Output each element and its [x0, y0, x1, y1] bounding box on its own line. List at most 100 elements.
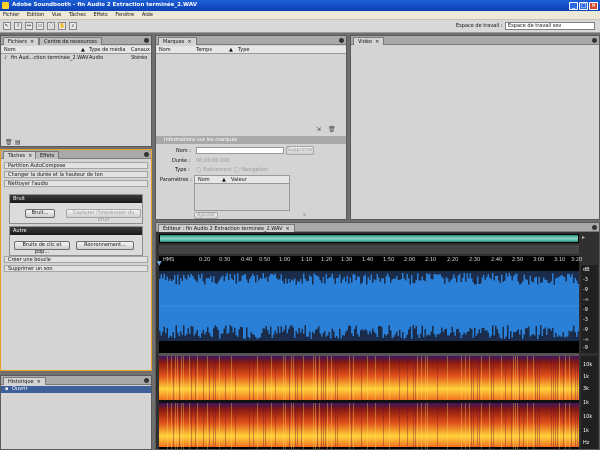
amplitude-tick-label: -9 [583, 287, 588, 293]
add-marker-icon[interactable]: ⇲ [316, 127, 321, 133]
column-nom[interactable]: Nom [159, 46, 171, 54]
waveform-peak [351, 271, 353, 283]
window-title: Adobe Soundbooth - fin Audio 2 Extractio… [12, 2, 197, 8]
waveform-peak [505, 336, 507, 341]
delete-marker-button[interactable]: Supprimer [286, 146, 314, 155]
marker-info-header[interactable]: Informations sur les marques [156, 136, 346, 144]
waveform-peak [429, 335, 431, 341]
delete-marker-icon[interactable]: 🗑 [328, 127, 336, 133]
maximize-button[interactable]: □ [579, 1, 588, 10]
overview-waveform[interactable] [159, 234, 579, 243]
waveform-peak [363, 271, 365, 277]
panel-menu-icon[interactable] [144, 152, 149, 157]
add-param-button[interactable]: Ajouter [194, 212, 218, 219]
waveform-peak [210, 271, 212, 277]
waveform-peak [364, 271, 366, 275]
panel-menu-icon[interactable] [592, 38, 597, 43]
menu-fenetre[interactable]: Fenêtre [112, 12, 137, 18]
waveform-peak [199, 271, 201, 279]
noise-button[interactable]: Bruit... [25, 209, 55, 218]
menu-vue[interactable]: Vue [49, 12, 64, 18]
hand-tool-icon[interactable]: ✋ [58, 22, 66, 30]
tab-fichiers[interactable]: Fichiers × [3, 37, 40, 45]
time-ruler[interactable]: HMS 0:20 0:30 0:40 0:50 1:00 1:10 1:20 1:30 1:40 1… [159, 256, 582, 265]
marker-name-field[interactable] [196, 147, 284, 154]
column-canaux[interactable]: Canaux [131, 46, 150, 54]
history-panel: Historique × ▪ Ouvrir [0, 375, 152, 450]
waveform-peak [183, 325, 185, 341]
param-delete-icon[interactable]: ✕ [302, 213, 307, 219]
hum-button[interactable]: Ronronnement... [76, 241, 134, 250]
tab-effets[interactable]: Effets [35, 151, 60, 159]
tab-marques[interactable]: Marques × [158, 37, 197, 45]
menu-aide[interactable]: Aide [139, 12, 156, 18]
marker-duration-value[interactable]: 00:00:00.000 [196, 158, 230, 164]
lasso-tool-icon[interactable]: ◌ [47, 22, 55, 30]
waveform-peak [238, 271, 240, 282]
task-remove-sound[interactable]: Supprimer un son [4, 265, 148, 272]
waveform-peak [210, 335, 212, 341]
import-icon[interactable]: ▤ [15, 140, 21, 146]
tab-video[interactable]: Vidéo × [353, 37, 385, 45]
column-param-valeur[interactable]: Valeur [231, 176, 247, 184]
type-event-radio[interactable]: ◯ Evénement [196, 167, 232, 173]
title-bar: Adobe Soundbooth - fin Audio 2 Extractio… [0, 0, 600, 11]
waveform-peak [358, 336, 360, 341]
tab-taches[interactable]: Tâches × [3, 151, 38, 159]
menu-effets[interactable]: Effets [91, 12, 111, 18]
time-selection-tool-icon[interactable]: I [14, 22, 22, 30]
waveform-peak [502, 326, 504, 341]
selection-tool-icon[interactable]: ↖ [3, 22, 11, 30]
waveform-peak [267, 330, 269, 341]
marquee-tool-icon[interactable]: ▭ [36, 22, 44, 30]
waveform-peak [208, 271, 210, 279]
timeline-scroll[interactable] [159, 245, 579, 254]
frequency-tool-icon[interactable]: ↔ [25, 22, 33, 30]
capture-noise-button[interactable]: Capturer l'impression du bruit [66, 209, 141, 223]
panel-menu-icon[interactable] [339, 38, 344, 43]
close-button[interactable]: × [589, 1, 598, 10]
file-row[interactable]: ♪ fin Aud...ction terminée_2.WAV Audio S… [1, 55, 151, 62]
menu-fichier[interactable]: Fichier [0, 12, 22, 18]
panel-menu-icon[interactable] [144, 38, 149, 43]
waveform-display[interactable] [159, 265, 579, 353]
minimize-button[interactable]: _ [569, 1, 578, 10]
zoom-out-icon[interactable]: ▸ [582, 235, 585, 241]
waveform-peak [565, 271, 567, 282]
menu-taches[interactable]: Tâches [66, 12, 89, 18]
waveform-peak [279, 271, 281, 280]
tab-editor[interactable]: Éditeur : fin Audio 2 Extraction terminé… [158, 224, 295, 232]
tab-centre-ressources[interactable]: Centre de ressources [39, 37, 102, 45]
panel-menu-icon[interactable] [144, 378, 149, 383]
column-type[interactable]: Type de média [89, 46, 126, 54]
trash-icon[interactable]: 🗑 [5, 140, 13, 146]
workspace-select[interactable]: Espace de travail sev [505, 22, 595, 30]
column-temps[interactable]: Temps [196, 46, 212, 54]
sort-icon: ▲ [229, 47, 233, 53]
history-item[interactable]: ▪ Ouvrir [1, 386, 151, 393]
tab-historique[interactable]: Historique × [3, 377, 46, 385]
click-pop-button[interactable]: Bruits de clic et pop... [14, 241, 70, 255]
column-param-nom[interactable]: Nom [198, 176, 210, 184]
waveform-peak [343, 271, 345, 278]
task-clean-audio[interactable]: Nettoyer l'audio [4, 180, 148, 187]
playhead-icon[interactable]: ▼ [157, 261, 162, 267]
files-panel: Fichiers × Centre de ressources Nom ▲ Typ… [0, 35, 152, 147]
zoom-tool-icon[interactable]: ⌕ [69, 22, 77, 30]
column-type[interactable]: Type [238, 46, 249, 54]
panel-menu-icon[interactable] [592, 225, 597, 230]
task-change-duration[interactable]: Changer la durée et la hauteur de ton [4, 171, 148, 178]
type-navigation-radio[interactable]: ◯ Navigation [234, 167, 268, 173]
waveform-peak [259, 271, 261, 278]
waveform-peak [559, 336, 561, 341]
menu-edition[interactable]: Edition [24, 12, 47, 18]
waveform-peak [420, 333, 422, 341]
waveform-peak [322, 333, 324, 341]
waveform-peak [274, 330, 276, 341]
task-create-loop[interactable]: Créer une boucle [4, 256, 148, 263]
column-nom[interactable]: Nom [4, 46, 16, 54]
task-autocompose[interactable]: Partition AutoCompose [4, 162, 148, 169]
waveform-peak [237, 271, 239, 274]
waveform-peak [544, 271, 546, 280]
spectral-display[interactable] [159, 356, 579, 449]
